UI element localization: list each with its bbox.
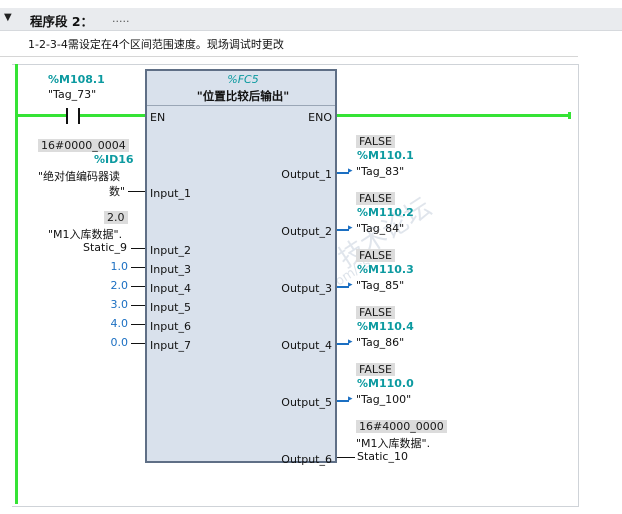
output-3-live-value: FALSE (356, 249, 395, 262)
input-1-address[interactable]: %ID16 (94, 153, 134, 166)
input-1-symbol-line1[interactable]: "绝对值编码器读 (38, 168, 120, 184)
contact-left-bar[interactable] (66, 108, 68, 124)
input-2-symbol-line1[interactable]: "M1入库数据". (48, 226, 122, 242)
input-3-wire (131, 267, 145, 268)
input-6-wire (131, 324, 145, 325)
pin-input-1: Input_1 (150, 187, 191, 200)
input-1-symbol-line2[interactable]: 数" (109, 183, 125, 199)
output-2-symbol[interactable]: "Tag_84" (356, 222, 404, 235)
output-5-address[interactable]: %M110.0 (357, 377, 414, 390)
output-5-arrow-icon: ▸ (348, 394, 353, 404)
input-1-wire (128, 191, 145, 192)
network-comment[interactable]: 1-2-3-4需设定在4个区间范围速度。现场调试时更改 (28, 36, 284, 52)
pin-eno: ENO (308, 111, 332, 124)
eno-wire-end (568, 112, 571, 119)
block-header-separator (147, 105, 335, 106)
input-7-constant[interactable]: 0.0 (96, 336, 129, 349)
output-2-arrow-icon: ▸ (348, 223, 353, 233)
contact-address[interactable]: %M108.1 (48, 73, 105, 86)
output-2-address[interactable]: %M110.2 (357, 206, 414, 219)
output-1-symbol[interactable]: "Tag_83" (356, 165, 404, 178)
output-5-symbol[interactable]: "Tag_100" (356, 393, 411, 406)
block-number[interactable]: %FC5 (147, 73, 339, 86)
comment-divider (0, 56, 578, 57)
output-1-arrow-icon: ▸ (348, 166, 353, 176)
block-title[interactable]: "位置比较后输出" (147, 88, 339, 104)
input-2-live-value: 2.0 (104, 211, 128, 224)
network-title: 程序段 2： (30, 14, 94, 29)
input-5-constant[interactable]: 3.0 (96, 298, 129, 311)
input-7-wire (131, 343, 145, 344)
output-5-live-value: FALSE (356, 363, 395, 376)
input-4-constant[interactable]: 2.0 (96, 279, 129, 292)
pin-input-7: Input_7 (150, 339, 191, 352)
pin-input-6: Input_6 (150, 320, 191, 333)
output-6-live-value: 16#4000_0000 (356, 420, 447, 433)
pin-input-5: Input_5 (150, 301, 191, 314)
function-block-fc5[interactable]: %FC5 "位置比较后输出" EN ENO Input_1 Input_2 In… (145, 69, 339, 466)
collapse-triangle-icon[interactable]: ▼ (4, 12, 12, 23)
en-wire-left (18, 114, 66, 117)
input-2-wire (131, 248, 145, 249)
output-4-address[interactable]: %M110.4 (357, 320, 414, 333)
eno-wire (337, 114, 570, 117)
network-title-placeholder[interactable]: ..... (112, 12, 129, 25)
output-6-symbol-line1[interactable]: "M1入库数据". (356, 435, 430, 451)
output-6-symbol-line2[interactable]: Static_10 (357, 450, 408, 463)
pin-input-2: Input_2 (150, 244, 191, 257)
output-2-live-value: FALSE (356, 192, 395, 205)
pin-output-1: Output_1 (281, 168, 332, 181)
pin-input-4: Input_4 (150, 282, 191, 295)
output-3-arrow-icon: ▸ (348, 280, 353, 290)
input-4-wire (131, 286, 145, 287)
input-6-constant[interactable]: 4.0 (96, 317, 129, 330)
power-rail (15, 64, 18, 504)
network-header[interactable]: ▼ 程序段 2： ..... (0, 8, 622, 31)
output-4-symbol[interactable]: "Tag_86" (356, 336, 404, 349)
pin-output-4: Output_4 (281, 339, 332, 352)
pin-input-3: Input_3 (150, 263, 191, 276)
input-5-wire (131, 305, 145, 306)
pin-output-2: Output_2 (281, 225, 332, 238)
input-3-constant[interactable]: 1.0 (96, 260, 129, 273)
output-1-address[interactable]: %M110.1 (357, 149, 414, 162)
contact-symbol[interactable]: "Tag_73" (48, 88, 96, 101)
pin-output-6: Output_6 (281, 453, 332, 466)
pin-output-5: Output_5 (281, 396, 332, 409)
input-2-symbol-line2[interactable]: Static_9 (83, 241, 127, 254)
output-4-live-value: FALSE (356, 306, 395, 319)
output-1-live-value: FALSE (356, 135, 395, 148)
pin-en: EN (150, 111, 166, 124)
input-1-live-value: 16#0000_0004 (38, 139, 129, 152)
output-3-address[interactable]: %M110.3 (357, 263, 414, 276)
pin-output-3: Output_3 (281, 282, 332, 295)
output-4-arrow-icon: ▸ (348, 337, 353, 347)
output-3-symbol[interactable]: "Tag_85" (356, 279, 404, 292)
output-6-wire (337, 457, 355, 458)
en-wire-right (80, 114, 145, 117)
